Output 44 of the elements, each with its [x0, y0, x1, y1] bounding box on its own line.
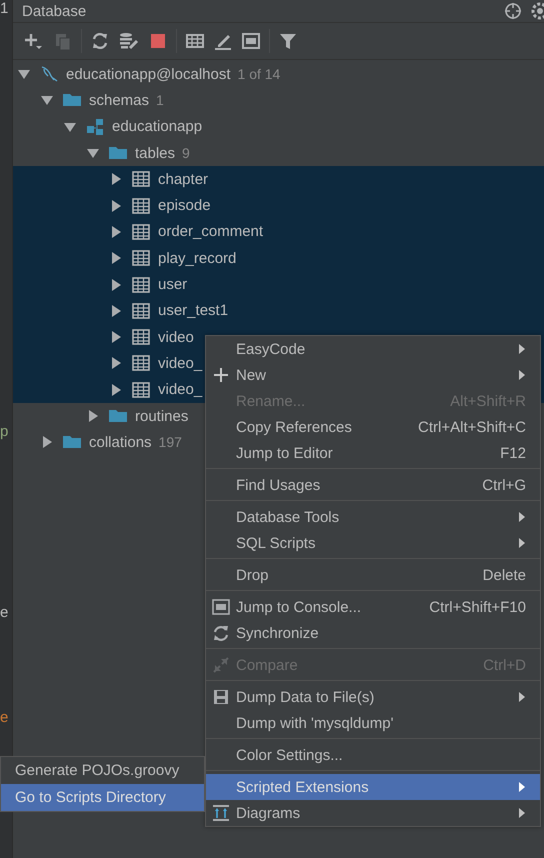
menu-label: EasyCode — [236, 340, 306, 358]
tree-label: video_ — [158, 354, 202, 372]
panel-title: Database — [22, 2, 86, 20]
tree-label: video — [158, 328, 194, 346]
tree-label: episode — [158, 197, 211, 214]
shortcut-hint: Ctrl+G — [482, 476, 526, 494]
menu-label: Jump to Console... — [236, 598, 362, 616]
menu-label: Dump Data to File(s) — [236, 688, 376, 706]
menu-label: Drop — [236, 566, 270, 584]
item-count: 197 — [158, 434, 182, 450]
tree-label: play_record — [158, 250, 236, 267]
tree-label: tables — [135, 144, 176, 162]
tree-label: chapter — [158, 170, 208, 188]
item-count: 1 of 14 — [238, 66, 280, 82]
tree-label: user — [158, 276, 188, 294]
item-count: 9 — [182, 145, 190, 162]
tree-label: order_comment — [158, 223, 264, 240]
menu-label: Color Settings... — [236, 746, 344, 764]
menu-label: Copy References — [236, 418, 353, 436]
menu-label: Synchronize — [236, 624, 320, 642]
shortcut-hint: Delete — [482, 566, 526, 584]
menu-label: Diagrams — [236, 804, 302, 822]
menu-label: Scripted Extensions — [236, 778, 370, 796]
code-fragment: e — [0, 604, 10, 622]
menu-label: Dump with 'mysqldump' — [236, 714, 394, 732]
tree-label: user_test1 — [158, 302, 228, 320]
menu-label: Find Usages — [236, 476, 322, 494]
tree-label: video_ — [158, 381, 202, 398]
tree-label: routines — [135, 408, 188, 424]
menu-label: SQL Scripts — [236, 534, 316, 552]
code-fragment: e — [0, 709, 10, 727]
shortcut-hint: Ctrl+Alt+Shift+C — [418, 418, 526, 436]
item-count: 1 — [156, 92, 164, 108]
menu-label: Jump to Editor — [236, 444, 334, 462]
menu-label: Database Tools — [236, 508, 340, 526]
menu-label: New — [236, 366, 268, 384]
code-fragment: p — [0, 423, 10, 441]
code-fragment: 1 — [0, 0, 10, 18]
tree-label: educationapp — [112, 118, 202, 136]
tree-label: educationapp@localhost — [66, 66, 231, 83]
shortcut-hint: F12 — [500, 444, 526, 462]
shortcut-hint: Ctrl+Shift+F10 — [429, 598, 526, 616]
tree-label: schemas — [89, 92, 150, 109]
tree-label: collations — [89, 434, 152, 451]
